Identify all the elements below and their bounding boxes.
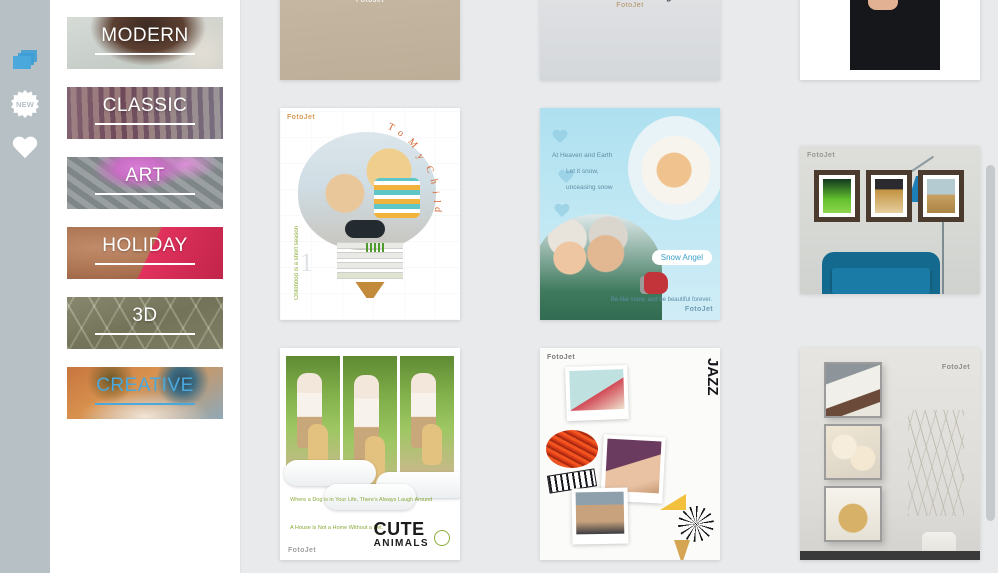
template-line-2: Let it snow, [566,168,599,175]
template-title: JAZZ [704,358,720,396]
rail-item-new[interactable]: NEW [0,82,50,126]
template-card-jazz-collage[interactable]: JAZZ FotoJet [540,348,720,560]
icon-rail: NEW [0,0,50,573]
template-card-canvas-wall[interactable]: FotoJet [800,348,980,560]
template-art [800,348,980,560]
category-underline [95,193,195,195]
category-item-modern[interactable]: MODERN [67,17,223,69]
layers-stack-icon [13,50,37,70]
template-card-white-roses[interactable]: FotoJet [800,0,980,80]
category-label: ART [125,165,165,186]
template-card-coffee-grass[interactable]: FotoJet [280,0,460,80]
template-art: Love Story FotoJet [540,0,720,80]
template-card-cute-animals[interactable]: Where a Dog is in Your Life, There's Alw… [280,348,460,560]
category-item-classic[interactable]: CLASSIC [67,87,223,139]
category-underline [95,123,195,125]
category-label: MODERN [101,25,189,46]
new-badge-label: NEW [15,99,35,109]
template-body-1: Where a Dog is in Your Life, There's Alw… [290,497,433,503]
paw-icon [434,530,450,546]
category-item-creative[interactable]: CREATIVE [67,367,223,419]
app-root: NEW MODERN CLASSIC ART HOLIDAY 3D CREATI… [0,0,998,573]
panel-divider [240,0,241,573]
category-label: CREATIVE [96,375,194,396]
category-underline [95,263,195,265]
template-card-to-my-children[interactable]: 1 Childhood is a short season ToMyChild … [280,108,460,320]
gallery-scrollbar-thumb[interactable] [986,165,995,521]
template-art [800,146,980,294]
template-art: 1 Childhood is a short season ToMyChild [280,108,460,320]
category-underline [95,403,195,405]
template-art [280,0,460,80]
gallery-scrollbar-track[interactable] [986,0,995,573]
template-card-snow-angel[interactable]: At Heaven and Earth Let it snow, unceasi… [540,108,720,320]
template-subtitle: FotoJet [616,2,644,9]
template-card-love-story[interactable]: Love Story FotoJet [540,0,720,80]
rail-item-templates[interactable] [0,38,50,82]
heart-icon [12,137,38,160]
template-subtitle: ANIMALS [373,537,429,549]
template-art: At Heaven and Earth Let it snow, unceasi… [540,108,720,320]
category-label: HOLIDAY [102,235,188,256]
template-gallery[interactable]: FotoJet Love Story FotoJet FotoJet [240,0,998,573]
category-item-holiday[interactable]: HOLIDAY [67,227,223,279]
template-card-frames-on-wall[interactable]: FotoJet [800,146,980,294]
category-item-art[interactable]: ART [67,157,223,209]
category-underline [95,333,195,335]
rail-item-favorites[interactable] [0,126,50,170]
template-art [800,0,980,80]
template-side-note: Childhood is a short season [294,226,300,301]
template-title: Snow Angel [651,250,712,265]
template-line-3: unceasing snow [566,184,613,191]
new-badge-icon: NEW [11,90,39,118]
template-art: JAZZ [540,348,720,560]
category-underline [95,53,195,55]
template-line-4: Be like snow, and be beautiful forever. [610,297,712,304]
template-grid: FotoJet Love Story FotoJet FotoJet [280,0,980,560]
category-label: 3D [132,305,158,326]
category-label: CLASSIC [102,95,188,116]
category-item-3d[interactable]: 3D [67,297,223,349]
template-art: Where a Dog is in Your Life, There's Alw… [280,348,460,560]
template-line-1: At Heaven and Earth [552,152,613,159]
template-body-2: A House is Not a Home Without a Pet. [290,525,384,531]
category-panel: MODERN CLASSIC ART HOLIDAY 3D CREATIVE [50,0,240,573]
template-title: CUTE [373,519,425,540]
